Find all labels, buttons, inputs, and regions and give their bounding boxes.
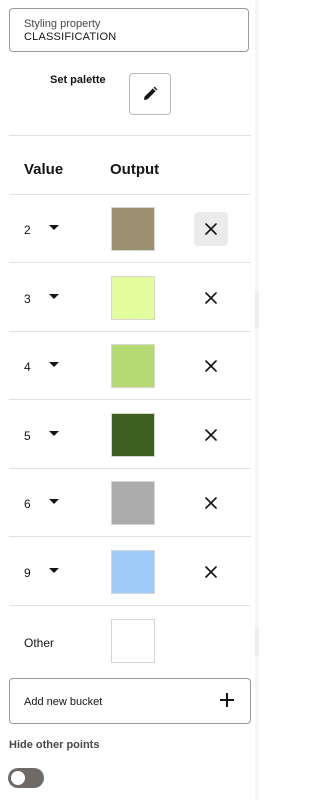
styling-property-value: CLASSIFICATION [24,31,117,43]
bucket-value-select[interactable]: 4 [24,360,31,374]
hide-other-points-toggle[interactable] [8,768,44,788]
other-label: Other [24,636,55,650]
scrollbar[interactable] [255,0,259,800]
bucket-value-select[interactable]: 9 [24,566,31,580]
close-icon [205,429,217,441]
bucket-row: 5 [9,401,251,469]
bucket-value-select[interactable]: 3 [24,292,31,306]
divider [9,262,251,263]
styling-property-label: Styling property [24,18,101,30]
caret-down-icon[interactable] [49,294,59,299]
bucket-row: 6 [9,469,251,537]
plus-icon [220,693,234,707]
value-column-header: Value [24,161,64,178]
bucket-row: 2 [9,195,251,263]
bucket-value-select[interactable]: 2 [24,223,31,237]
bucket-value-select[interactable]: 5 [24,429,31,443]
hide-other-points-label: Hide other points [9,739,100,751]
remove-bucket-button[interactable] [194,555,228,589]
bucket-color-swatch[interactable] [111,413,155,457]
bucket-color-swatch[interactable] [111,276,155,320]
bucket-row: 4 [9,332,251,400]
bucket-row: 9 [9,538,251,606]
remove-bucket-button[interactable] [194,212,228,246]
divider [9,399,251,400]
scrollbar-mark [255,628,259,656]
bucket-color-swatch[interactable] [111,550,155,594]
close-icon [205,497,217,509]
output-column-header: Output [110,161,160,178]
bucket-value-select[interactable]: 6 [24,497,31,511]
bucket-color-swatch[interactable] [111,207,155,251]
other-bucket-row: Other [9,610,251,670]
remove-bucket-button[interactable] [194,349,228,383]
scrollbar-mark [255,292,259,328]
close-icon [205,360,217,372]
toggle-knob [11,771,25,785]
remove-bucket-button[interactable] [194,486,228,520]
close-icon [205,223,217,235]
bucket-color-swatch[interactable] [111,344,155,388]
divider [9,135,251,136]
caret-down-icon[interactable] [49,431,59,436]
set-palette-button[interactable] [129,73,171,115]
bucket-row: 3 [9,264,251,332]
styling-property-field[interactable]: Styling property CLASSIFICATION [9,8,249,52]
close-icon [205,566,217,578]
caret-down-icon[interactable] [49,225,59,230]
styling-panel: Styling property CLASSIFICATION Set pale… [0,0,256,800]
add-new-bucket-button[interactable]: Add new bucket [9,678,251,724]
close-icon [205,292,217,304]
divider [9,536,251,537]
bucket-color-swatch[interactable] [111,481,155,525]
add-new-bucket-label: Add new bucket [24,696,103,708]
remove-bucket-button[interactable] [194,418,228,452]
pencil-icon [144,86,158,100]
caret-down-icon[interactable] [49,362,59,367]
caret-down-icon[interactable] [49,568,59,573]
divider [9,605,251,606]
caret-down-icon[interactable] [49,499,59,504]
set-palette-label: Set palette [50,74,106,86]
remove-bucket-button[interactable] [194,281,228,315]
other-color-swatch[interactable] [111,619,155,663]
